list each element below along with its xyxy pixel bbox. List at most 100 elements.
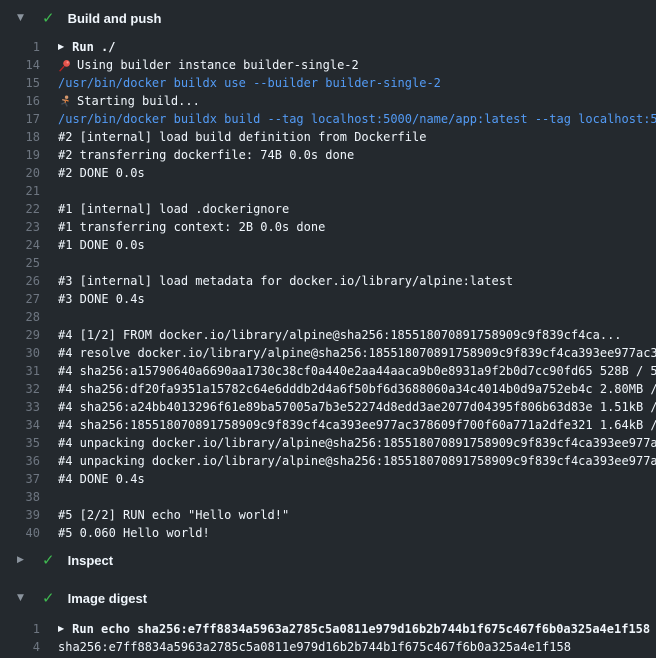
log-text: sha256:e7ff8834a5963a2785c5a0811e979d16b… — [58, 638, 571, 656]
line-content: Starting build... — [58, 92, 200, 110]
log-line: 16 Starting build... — [0, 92, 656, 110]
log-text: #4 sha256:a24bb4013296f61e89ba57005a7b3e… — [58, 398, 656, 416]
line-content: #4 sha256:df20fa9351a15782c64e6dddb2d4a6… — [58, 380, 656, 398]
log-line: 23 #1 transferring context: 2B 0.0s done — [0, 218, 656, 236]
line-content: #2 [internal] load build definition from… — [58, 128, 426, 146]
check-icon: ✓ — [42, 546, 55, 574]
line-content: ▶Run echo sha256:e7ff8834a5963a2785c5a08… — [58, 620, 650, 638]
log-text: #1 DONE 0.0s — [58, 236, 145, 254]
line-number[interactable]: 24 — [0, 236, 40, 254]
log-text: #5 [2/2] RUN echo "Hello world!" — [58, 506, 289, 524]
workflow-log: ▼ ✓ Build and push 1 ▶Run ./ 14 Using bu… — [0, 4, 656, 656]
line-number[interactable]: 28 — [0, 308, 40, 326]
check-icon: ✓ — [42, 584, 55, 612]
line-number[interactable]: 30 — [0, 344, 40, 362]
log-line: 31 #4 sha256:a15790640a6690aa1730c38cf0a… — [0, 362, 656, 380]
line-number[interactable]: 27 — [0, 290, 40, 308]
log-text: #4 sha256:185518070891758909c9f839cf4ca3… — [58, 416, 656, 434]
section-header[interactable]: ▼ ✓ Image digest — [0, 584, 656, 612]
log-text: #4 unpacking docker.io/library/alpine@sh… — [58, 434, 656, 452]
line-number[interactable]: 23 — [0, 218, 40, 236]
line-content: #3 [internal] load metadata for docker.i… — [58, 272, 513, 290]
check-icon: ✓ — [42, 4, 55, 32]
log-text: #1 transferring context: 2B 0.0s done — [58, 218, 325, 236]
line-content: #4 [1/2] FROM docker.io/library/alpine@s… — [58, 326, 622, 344]
line-number[interactable]: 35 — [0, 434, 40, 452]
line-number[interactable]: 34 — [0, 416, 40, 434]
log-section: ▶ ✓ Inspect — [0, 546, 656, 574]
line-content: Using builder instance builder-single-2 — [58, 56, 359, 74]
line-number[interactable]: 22 — [0, 200, 40, 218]
log-line: 19 #2 transferring dockerfile: 74B 0.0s … — [0, 146, 656, 164]
log-line: 30 #4 resolve docker.io/library/alpine@s… — [0, 344, 656, 362]
section-title: Build and push — [68, 11, 162, 26]
log-line: 1 ▶Run echo sha256:e7ff8834a5963a2785c5a… — [0, 620, 656, 638]
line-number[interactable]: 19 — [0, 146, 40, 164]
log-line: 27 #3 DONE 0.4s — [0, 290, 656, 308]
log-text: Starting build... — [77, 92, 200, 110]
line-number[interactable]: 18 — [0, 128, 40, 146]
log-line: 4 sha256:e7ff8834a5963a2785c5a0811e979d1… — [0, 638, 656, 656]
play-icon[interactable]: ▶ — [58, 620, 64, 638]
log-line: 37 #4 DONE 0.4s — [0, 470, 656, 488]
line-number[interactable]: 38 — [0, 488, 40, 506]
log-line: 38 — [0, 488, 656, 506]
line-number[interactable]: 1 — [0, 620, 40, 638]
line-number[interactable]: 15 — [0, 74, 40, 92]
chevron-icon[interactable]: ▶ — [17, 546, 27, 574]
line-number[interactable]: 4 — [0, 638, 40, 656]
play-icon[interactable]: ▶ — [58, 38, 64, 56]
line-content: #4 sha256:185518070891758909c9f839cf4ca3… — [58, 416, 656, 434]
line-number[interactable]: 26 — [0, 272, 40, 290]
line-content: /usr/bin/docker buildx build --tag local… — [58, 110, 656, 128]
log-line: 29 #4 [1/2] FROM docker.io/library/alpin… — [0, 326, 656, 344]
line-content: #2 transferring dockerfile: 74B 0.0s don… — [58, 146, 354, 164]
log-text: #2 [internal] load build definition from… — [58, 128, 426, 146]
chevron-icon[interactable]: ▼ — [17, 4, 27, 32]
log-line: 1 ▶ Run ./ — [0, 38, 656, 56]
log-text: #4 sha256:a15790640a6690aa1730c38cf0a440… — [58, 362, 656, 380]
line-number[interactable]: 21 — [0, 182, 40, 200]
log-text: #4 DONE 0.4s — [58, 470, 145, 488]
line-number[interactable]: 16 — [0, 92, 40, 110]
log-text: /usr/bin/docker buildx build --tag local… — [58, 110, 656, 128]
log-text: /usr/bin/docker buildx use --builder bui… — [58, 74, 441, 92]
line-number[interactable]: 20 — [0, 164, 40, 182]
line-number[interactable]: 17 — [0, 110, 40, 128]
line-number[interactable]: 40 — [0, 524, 40, 542]
line-number[interactable]: 1 — [0, 38, 40, 56]
line-number[interactable]: 29 — [0, 326, 40, 344]
log-line: 36 #4 unpacking docker.io/library/alpine… — [0, 452, 656, 470]
line-number[interactable]: 31 — [0, 362, 40, 380]
log-line: 25 — [0, 254, 656, 272]
log-text: #2 transferring dockerfile: 74B 0.0s don… — [58, 146, 354, 164]
line-number[interactable]: 39 — [0, 506, 40, 524]
log-line: 34 #4 sha256:185518070891758909c9f839cf4… — [0, 416, 656, 434]
log-line: 32 #4 sha256:df20fa9351a15782c64e6dddb2d… — [0, 380, 656, 398]
line-number[interactable]: 37 — [0, 470, 40, 488]
line-content: #4 resolve docker.io/library/alpine@sha2… — [58, 344, 656, 362]
log-text: #4 [1/2] FROM docker.io/library/alpine@s… — [58, 326, 622, 344]
chevron-icon[interactable]: ▼ — [17, 584, 27, 612]
log-line: 33 #4 sha256:a24bb4013296f61e89ba57005a7… — [0, 398, 656, 416]
line-content: #2 DONE 0.0s — [58, 164, 145, 182]
log-text: #5 0.060 Hello world! — [58, 524, 210, 542]
log-text: #4 sha256:df20fa9351a15782c64e6dddb2d4a6… — [58, 380, 656, 398]
section-header[interactable]: ▼ ✓ Build and push — [0, 4, 656, 32]
log-line: 24 #1 DONE 0.0s — [0, 236, 656, 254]
line-number[interactable]: 33 — [0, 398, 40, 416]
line-content: #1 [internal] load .dockerignore — [58, 200, 289, 218]
log-text: Run ./ — [72, 38, 115, 56]
line-number[interactable]: 32 — [0, 380, 40, 398]
log-line: 22 #1 [internal] load .dockerignore — [0, 200, 656, 218]
line-content: #4 unpacking docker.io/library/alpine@sh… — [58, 434, 656, 452]
log-text: #3 [internal] load metadata for docker.i… — [58, 272, 513, 290]
line-number[interactable]: 14 — [0, 56, 40, 74]
log-line: 15 /usr/bin/docker buildx use --builder … — [0, 74, 656, 92]
section-title: Inspect — [68, 553, 114, 568]
line-number[interactable]: 25 — [0, 254, 40, 272]
section-header[interactable]: ▶ ✓ Inspect — [0, 546, 656, 574]
runner-icon — [58, 95, 73, 108]
line-number[interactable]: 36 — [0, 452, 40, 470]
log-text: Using builder instance builder-single-2 — [77, 56, 359, 74]
